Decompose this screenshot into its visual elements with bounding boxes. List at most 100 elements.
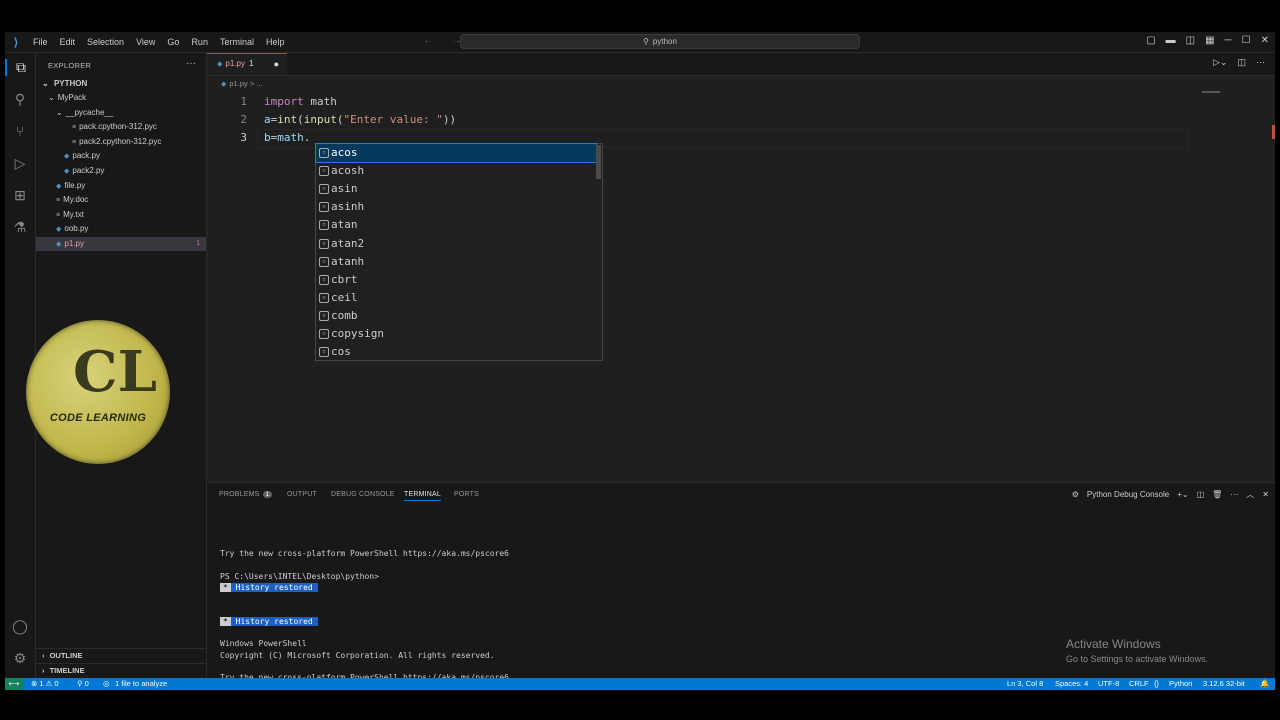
code-line[interactable]: 2 a=int(input("Enter value: ")) bbox=[207, 111, 1207, 129]
explorer-icon[interactable]: ⧉ bbox=[5, 59, 35, 76]
more-actions-icon[interactable]: ··· bbox=[1256, 57, 1265, 68]
tree-item[interactable]: ⌄ MyPack bbox=[36, 91, 206, 105]
notifications-bell-icon[interactable]: 🔔 bbox=[1260, 678, 1269, 690]
unsaved-dot-icon[interactable]: ● bbox=[274, 54, 279, 74]
more-actions-icon[interactable]: ··· bbox=[1230, 490, 1238, 499]
tree-item[interactable]: ◆ pack2.py bbox=[36, 164, 206, 178]
line-ending[interactable]: CRLF bbox=[1129, 678, 1149, 690]
indentation[interactable]: Spaces: 4 bbox=[1055, 678, 1088, 690]
cursor-position[interactable]: Ln 3, Col 8 bbox=[1007, 678, 1043, 690]
close-panel-icon[interactable]: ✕ bbox=[1262, 490, 1269, 499]
suggestion-item[interactable]: ▫ cos bbox=[316, 343, 596, 361]
minimize-icon[interactable]: ─ bbox=[1225, 35, 1232, 46]
terminal-line[interactable]: * History restored bbox=[220, 582, 318, 593]
close-icon[interactable]: ✕ bbox=[1261, 35, 1269, 46]
vscode-logo-icon: ⟩ bbox=[13, 36, 19, 49]
extensions-icon[interactable]: ⊞ bbox=[5, 187, 35, 204]
source-control-icon[interactable]: ⑂ bbox=[5, 123, 35, 139]
suggest-widget[interactable]: ▫ acos ▫ acosh ▫ asin ▫ asinh ▫ atan ▫ atan2 ▫ atanh ▫… bbox=[315, 143, 603, 361]
editor-area[interactable]: ◆ p1.py 1 ● ▷⌄ ◫ ··· ◆ p1.py > ... 1 import … bbox=[207, 53, 1275, 481]
terminal-name[interactable]: Python Debug Console bbox=[1087, 490, 1169, 499]
tree-root[interactable]: ⌄ PYTHON bbox=[36, 77, 206, 91]
command-center-search[interactable]: ⚲ python bbox=[460, 34, 860, 49]
terminal-line[interactable]: PS C:\Users\INTEL\Desktop\python> bbox=[220, 571, 379, 582]
timeline-section[interactable]: › TIMELINE bbox=[36, 663, 206, 678]
split-editor-icon[interactable]: ◫ bbox=[1237, 57, 1246, 68]
minimap[interactable] bbox=[1202, 91, 1220, 93]
panel-tab-label: TERMINAL bbox=[404, 491, 441, 498]
language-mode[interactable]: Python bbox=[1169, 678, 1192, 690]
analyze-status[interactable]: 1 file to analyze bbox=[115, 678, 167, 690]
suggestion-item[interactable]: ▫ acosh bbox=[316, 162, 596, 180]
tree-item[interactable]: ⌄ __pycache__ bbox=[36, 106, 206, 120]
tree-item[interactable]: ≡ My.doc bbox=[36, 193, 206, 207]
toggle-secondary-sidebar-icon[interactable]: ◫ bbox=[1186, 35, 1195, 46]
suggest-scrollbar[interactable] bbox=[596, 145, 601, 179]
menu-run[interactable]: Run bbox=[185, 37, 214, 47]
tree-item[interactable]: ≡ My.txt bbox=[36, 208, 206, 222]
variable-symbol-icon: ▫ bbox=[319, 202, 329, 213]
suggestion-item[interactable]: ▫ asinh bbox=[316, 198, 596, 216]
menu-file[interactable]: File bbox=[27, 37, 54, 47]
menu-selection[interactable]: Selection bbox=[81, 37, 130, 47]
tree-item[interactable]: ◆ pack.py bbox=[36, 149, 206, 163]
python-interpreter[interactable]: 3.12.6 32-bit bbox=[1203, 678, 1245, 690]
run-debug-icon[interactable]: ▷ bbox=[5, 155, 35, 172]
customize-layout-icon[interactable]: ▦ bbox=[1205, 35, 1214, 46]
tree-item[interactable]: ◆ p1.py 1 bbox=[36, 237, 206, 251]
code-line[interactable]: 1 import math bbox=[207, 93, 1207, 111]
tab-problems[interactable]: PROBLEMS 1 bbox=[219, 491, 273, 498]
toggle-panel-icon[interactable]: ▬ bbox=[1166, 35, 1176, 46]
suggestion-item[interactable]: ▫ atan bbox=[316, 216, 596, 234]
suggestion-item[interactable]: ▫ atanh bbox=[316, 253, 596, 271]
chevron-right-icon: › bbox=[42, 666, 45, 675]
menu-go[interactable]: Go bbox=[161, 37, 185, 47]
account-icon[interactable]: ◯ bbox=[5, 618, 35, 635]
problems-status[interactable]: ⊗ 1 ⚠ 0 bbox=[31, 678, 59, 690]
maximize-icon[interactable]: ☐ bbox=[1242, 35, 1251, 46]
tab-debug-console[interactable]: DEBUG CONSOLE bbox=[331, 491, 395, 498]
menu-terminal[interactable]: Terminal bbox=[214, 37, 260, 47]
run-python-icon[interactable]: ▷⌄ bbox=[1213, 57, 1227, 68]
terminal-line[interactable]: * History restored bbox=[220, 616, 318, 627]
suggestion-item[interactable]: ▫ cbrt bbox=[316, 271, 596, 289]
variable-symbol-icon: ▫ bbox=[319, 292, 329, 303]
tree-item[interactable]: ◆ file.py bbox=[36, 179, 206, 193]
tab-ports[interactable]: PORTS bbox=[454, 491, 479, 498]
variable-symbol-icon: ▫ bbox=[319, 329, 329, 339]
suggestion-item[interactable]: ▫ asin bbox=[316, 180, 596, 198]
file-icon: ≡ bbox=[56, 197, 61, 205]
file-icon: ≡ bbox=[56, 211, 61, 219]
testing-icon[interactable]: ⚗ bbox=[5, 219, 35, 236]
breadcrumb[interactable]: ◆ p1.py > ... bbox=[221, 79, 263, 88]
tab-p1-py[interactable]: ◆ p1.py 1 ● bbox=[207, 53, 287, 75]
tree-item[interactable]: ◆ oob.py bbox=[36, 222, 206, 236]
split-terminal-icon[interactable]: ◫ bbox=[1197, 490, 1205, 499]
terminal-line[interactable]: Try the new cross-platform PowerShell ht… bbox=[220, 548, 509, 559]
kill-terminal-icon[interactable]: 🗑 bbox=[1212, 490, 1222, 499]
toggle-primary-sidebar-icon[interactable]: ▢ bbox=[1146, 35, 1155, 46]
suggestion-item[interactable]: ▫ atan2 bbox=[316, 235, 596, 253]
new-terminal-icon[interactable]: +⌄ bbox=[1177, 490, 1188, 499]
tab-terminal[interactable]: TERMINAL bbox=[404, 491, 441, 501]
search-icon[interactable]: ⚲ bbox=[5, 91, 35, 108]
menu-edit[interactable]: Edit bbox=[54, 37, 82, 47]
settings-gear-icon[interactable]: ⚙ bbox=[5, 650, 35, 667]
maximize-panel-icon[interactable]: ︿ bbox=[1246, 489, 1254, 500]
remote-icon[interactable]: ⟷ bbox=[5, 678, 23, 690]
tab-output[interactable]: OUTPUT bbox=[287, 491, 317, 498]
outline-section[interactable]: › OUTLINE bbox=[36, 648, 206, 663]
suggestion-item[interactable]: ▫ acos bbox=[315, 143, 597, 163]
tree-item[interactable]: ≡ pack.cpython-312.pyc bbox=[36, 120, 206, 134]
suggestion-item[interactable]: ▫ comb bbox=[316, 307, 596, 325]
encoding[interactable]: UTF-8 bbox=[1098, 678, 1119, 690]
menu-view[interactable]: View bbox=[130, 37, 161, 47]
tree-item[interactable]: ≡ pack2.cpython-312.pyc bbox=[36, 135, 206, 149]
terminal-line[interactable]: Copyright (C) Microsoft Corporation. All… bbox=[220, 650, 495, 661]
menu-help[interactable]: Help bbox=[260, 37, 291, 47]
more-actions-icon[interactable]: ··· bbox=[186, 58, 196, 69]
ports-status[interactable]: ⚲ 0 bbox=[77, 678, 89, 690]
suggestion-item[interactable]: ▫ copysign bbox=[316, 325, 596, 343]
suggestion-item[interactable]: ▫ ceil bbox=[316, 289, 596, 307]
terminal-line[interactable]: Windows PowerShell bbox=[220, 638, 307, 649]
